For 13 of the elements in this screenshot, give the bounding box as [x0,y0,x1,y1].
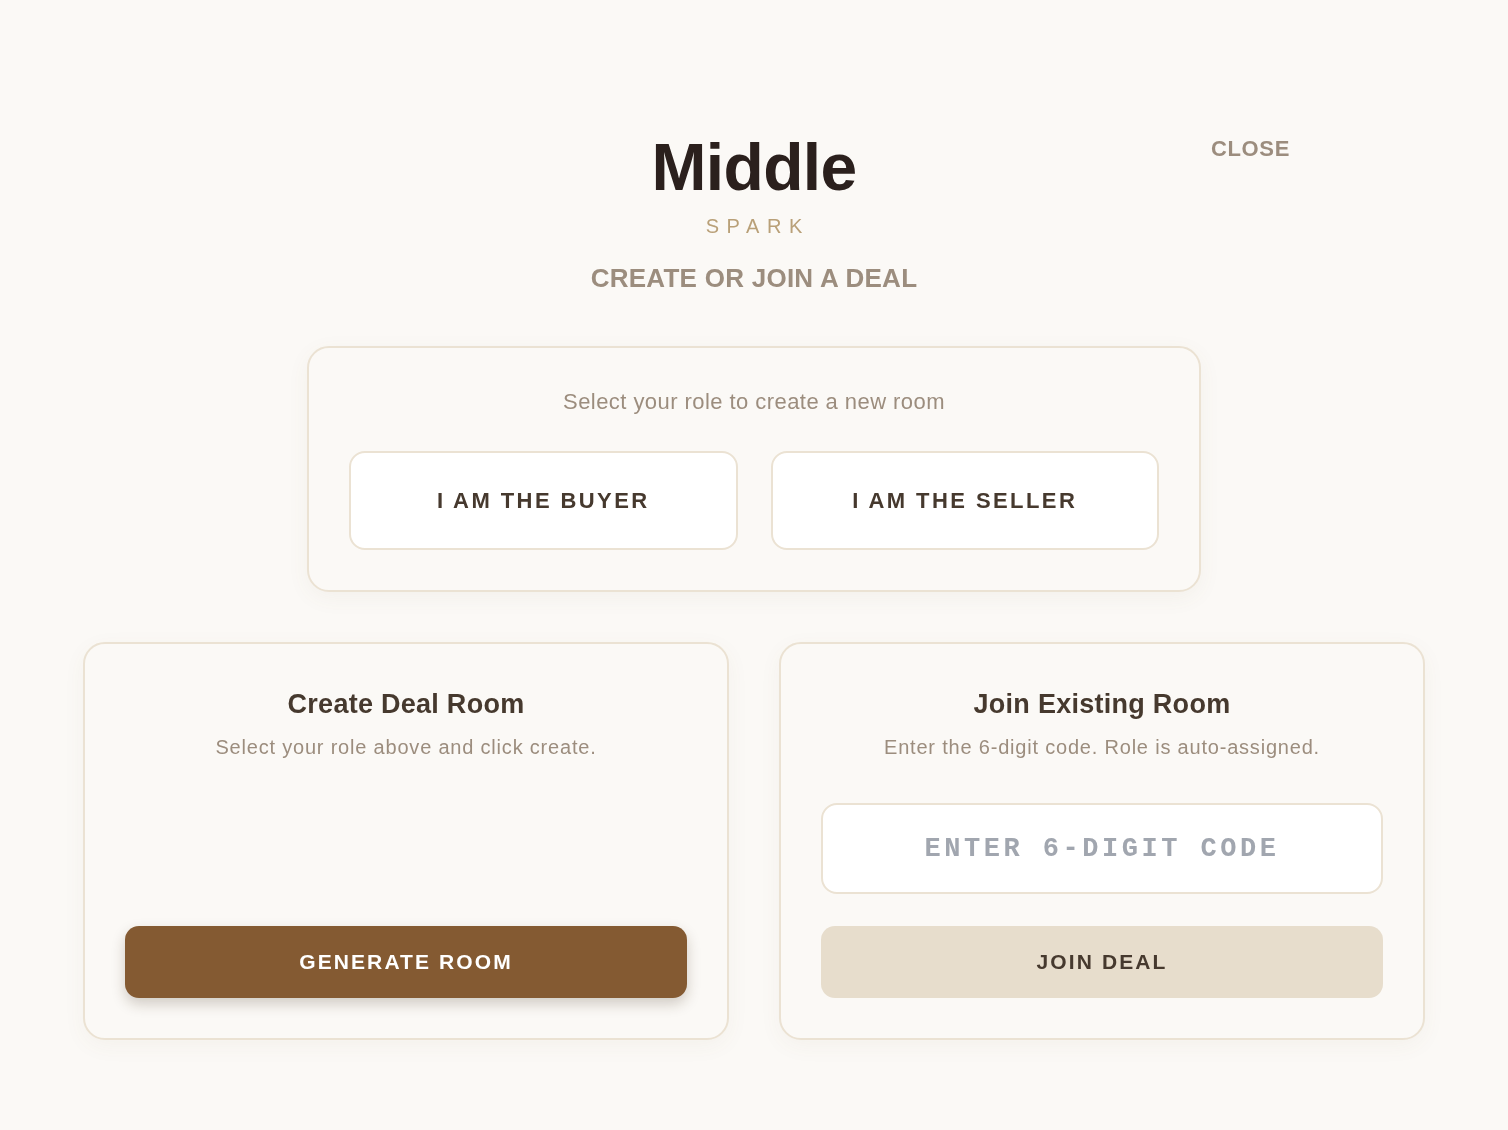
logo-tagline: SPARK [704,214,810,238]
role-prompt: Select your role to create a new room [563,388,945,416]
card-description: Select your role above and click create. [214,735,598,760]
role-button[interactable]: I AM THE BUYER [349,451,738,550]
card-title: Join Existing Room [972,688,1232,720]
logo-wordmark: Middle [651,134,857,200]
join-deal-button[interactable]: JOIN DEAL [821,926,1383,998]
code-input-field[interactable]: ENTER 6-DIGIT CODE [821,803,1383,894]
page-heading: CREATE OR JOIN A DEAL [590,262,918,294]
card-description: Enter the 6-digit code. Role is auto-assigned. [883,735,1321,760]
role-button[interactable]: I AM THE SELLER [770,451,1159,550]
generate-room-button[interactable]: GENERATE ROOM [125,926,687,998]
card-title: Create Deal Room [286,688,526,720]
